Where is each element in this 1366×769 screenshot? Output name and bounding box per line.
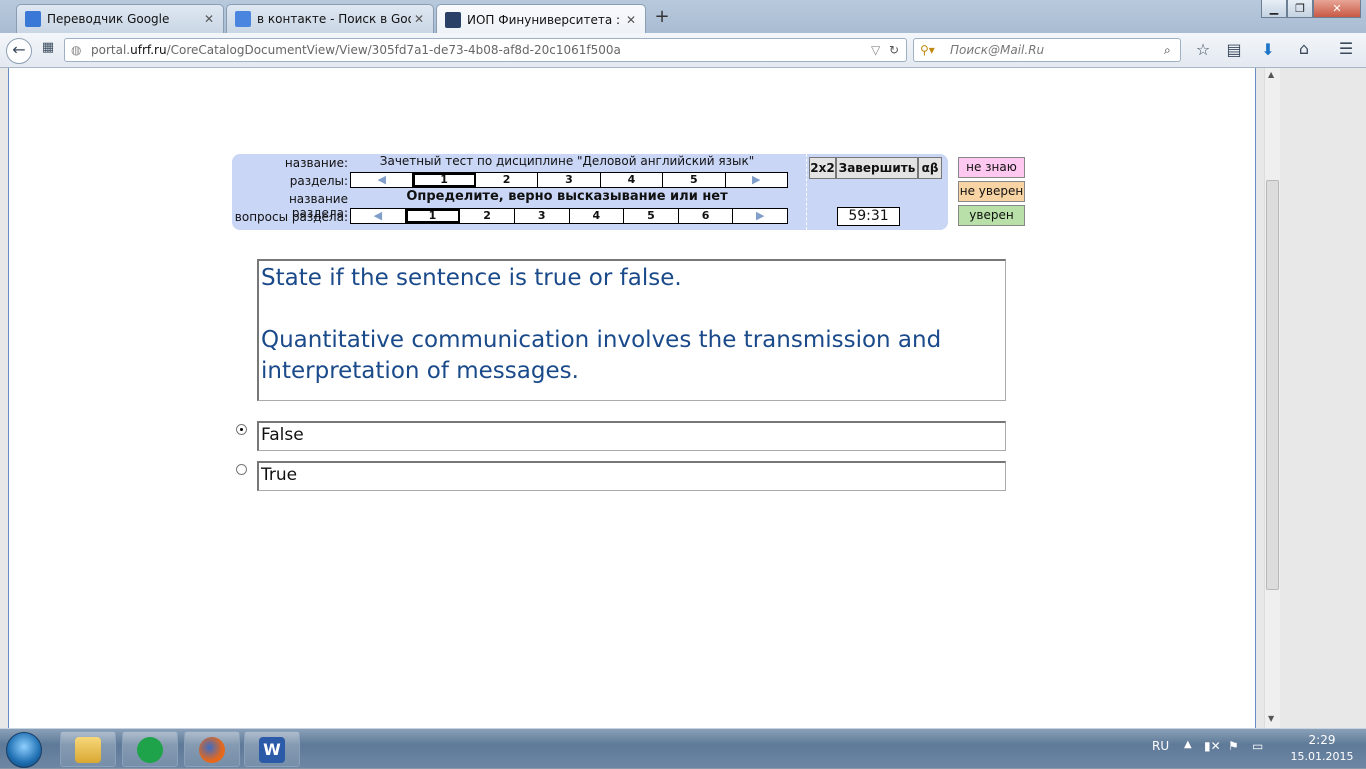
scrollbar[interactable]: ▲ ▼	[1264, 68, 1280, 728]
answer-true-radio[interactable]	[236, 464, 247, 475]
maximize-button[interactable]: ❐	[1287, 0, 1313, 18]
scroll-down-icon[interactable]: ▼	[1268, 714, 1274, 723]
tab-google-translate[interactable]: Переводчик Google ✕	[16, 4, 224, 33]
search-engine-icon[interactable]: ⚲▾	[920, 39, 935, 61]
tab-label: Переводчик Google	[47, 12, 170, 26]
language-indicator[interactable]: RU	[1152, 739, 1169, 753]
url-domain: ufrf.ru	[130, 43, 167, 57]
home-icon[interactable]: ⌂	[1294, 39, 1314, 58]
prev-section-arrow-icon[interactable]: ◀	[351, 173, 414, 187]
label-sections: разделы:	[289, 174, 348, 188]
menu-icon[interactable]: ☰	[1336, 39, 1356, 58]
section-2[interactable]: 2	[476, 173, 539, 187]
network-icon[interactable]: ▮✕	[1204, 739, 1221, 753]
sure-button[interactable]: уверен	[958, 205, 1025, 226]
minimize-button[interactable]: ▁	[1261, 0, 1287, 18]
section-3[interactable]: 3	[538, 173, 601, 187]
prev-question-arrow-icon[interactable]: ◀	[351, 209, 406, 223]
word-icon: W	[259, 737, 285, 763]
tab-portal[interactable]: ИОП Финуниверситета : ... ✕	[436, 4, 646, 34]
answer-true[interactable]: True	[257, 461, 1006, 491]
questions-nav: ◀ 1 2 3 4 5 6 ▶	[350, 208, 788, 224]
question-text-line-1: Quantitative communication involves the …	[261, 327, 942, 353]
test-title: Зачетный тест по дисциплине "Деловой анг…	[379, 154, 755, 168]
folder-icon	[75, 737, 101, 763]
graduation-cap-icon	[445, 11, 461, 28]
question-6[interactable]: 6	[679, 209, 734, 223]
taskbar-mail-agent[interactable]	[122, 731, 178, 767]
calculator-button[interactable]: 2x2	[809, 157, 836, 179]
tab-google-search[interactable]: в контакте - Поиск в Goo... ✕	[226, 4, 434, 33]
question-4[interactable]: 4	[570, 209, 625, 223]
download-icon[interactable]: ⬇	[1258, 40, 1278, 59]
taskbar-word[interactable]: W	[244, 731, 300, 767]
section-5[interactable]: 5	[663, 173, 726, 187]
dont-know-button[interactable]: не знаю	[958, 157, 1025, 178]
sections-nav: ◀ 1 2 3 4 5 ▶	[350, 172, 788, 188]
search-icon[interactable]: ⌕	[1164, 39, 1171, 61]
question-2[interactable]: 2	[460, 209, 515, 223]
question-instruction: State if the sentence is true or false.	[261, 265, 682, 291]
url-bar[interactable]: ◍ portal.ufrf.ru/CoreCatalogDocumentView…	[64, 38, 907, 62]
tab-label: ИОП Финуниверситета : ...	[467, 12, 623, 27]
tab-label: в контакте - Поиск в Goo...	[257, 12, 411, 26]
dropdown-icon[interactable]: ▽	[871, 39, 880, 61]
mail-agent-icon	[137, 737, 163, 763]
timer: 59:31	[837, 207, 900, 226]
next-question-arrow-icon[interactable]: ▶	[733, 209, 787, 223]
content-area: ▲ ▼ название: Зачетный тест по дисциплин…	[0, 68, 1366, 728]
finish-button[interactable]: Завершить	[836, 157, 918, 179]
bookmark-star-icon[interactable]: ☆	[1193, 40, 1213, 59]
monitor-icon[interactable]: ▭	[1252, 739, 1263, 753]
system-tray: RU ▲ ▮✕ ⚑ ▭ 2:29 15.01.2015	[1140, 729, 1366, 769]
new-tab-button[interactable]: +	[650, 6, 674, 28]
symbols-button[interactable]: αβ	[918, 157, 942, 179]
close-icon[interactable]: ✕	[411, 12, 427, 26]
section-1[interactable]: 1	[413, 173, 476, 187]
section-title: Определите, верно высказывание или нет	[406, 189, 728, 204]
scroll-up-icon[interactable]: ▲	[1268, 70, 1274, 79]
question-5[interactable]: 5	[624, 209, 679, 223]
navigation-bar: ← ▦ ◍ portal.ufrf.ru/CoreCatalogDocument…	[0, 33, 1366, 68]
close-icon[interactable]: ✕	[201, 12, 217, 26]
question-3[interactable]: 3	[515, 209, 570, 223]
reload-icon[interactable]: ↻	[889, 39, 899, 61]
taskbar-explorer[interactable]	[60, 731, 116, 767]
url-path: /CoreCatalogDocumentView/View/305fd7a1-d…	[166, 43, 621, 57]
not-sure-button[interactable]: не уверен	[958, 181, 1025, 202]
show-hidden-icons-icon[interactable]: ▲	[1184, 739, 1192, 750]
question-spacer	[261, 294, 1003, 325]
bookmarks-list-icon[interactable]: ▤	[1224, 40, 1244, 59]
clock-time[interactable]: 2:29	[1282, 733, 1362, 747]
next-section-arrow-icon[interactable]: ▶	[726, 173, 787, 187]
answer-false[interactable]: False	[257, 421, 1006, 451]
close-window-button[interactable]: ✕	[1313, 0, 1361, 18]
question-1[interactable]: 1	[405, 209, 461, 223]
answer-false-radio[interactable]	[236, 424, 247, 435]
label-name: название:	[284, 156, 348, 170]
firefox-icon	[199, 737, 225, 763]
taskbar: W RU ▲ ▮✕ ⚑ ▭ 2:29 15.01.2015	[0, 728, 1366, 768]
bookmarks-grid-icon[interactable]: ▦	[40, 40, 56, 55]
taskbar-firefox[interactable]	[184, 731, 240, 767]
tab-bar: Переводчик Google ✕ в контакте - Поиск в…	[0, 0, 1366, 34]
google-translate-icon	[25, 11, 41, 27]
search-input[interactable]: ⚲▾ Поиск@Mail.Ru ⌕	[913, 38, 1181, 62]
question-box: State if the sentence is true or false. …	[257, 259, 1006, 401]
globe-icon: ◍	[71, 43, 82, 57]
back-button[interactable]: ←	[6, 38, 32, 64]
google-icon	[235, 11, 251, 27]
clock-date[interactable]: 15.01.2015	[1282, 750, 1362, 763]
section-4[interactable]: 4	[601, 173, 664, 187]
label-section-questions: вопросы раздела:	[234, 210, 348, 224]
url-prefix: portal.	[91, 43, 131, 57]
left-gutter	[0, 68, 8, 728]
question-text-line-2: interpretation of messages.	[261, 358, 579, 384]
start-button[interactable]	[6, 732, 42, 768]
close-icon[interactable]: ✕	[623, 13, 639, 27]
flag-icon[interactable]: ⚑	[1228, 739, 1239, 753]
search-placeholder: Поиск@Mail.Ru	[950, 43, 1045, 57]
right-gutter	[1280, 68, 1366, 728]
scroll-thumb[interactable]	[1266, 180, 1279, 590]
